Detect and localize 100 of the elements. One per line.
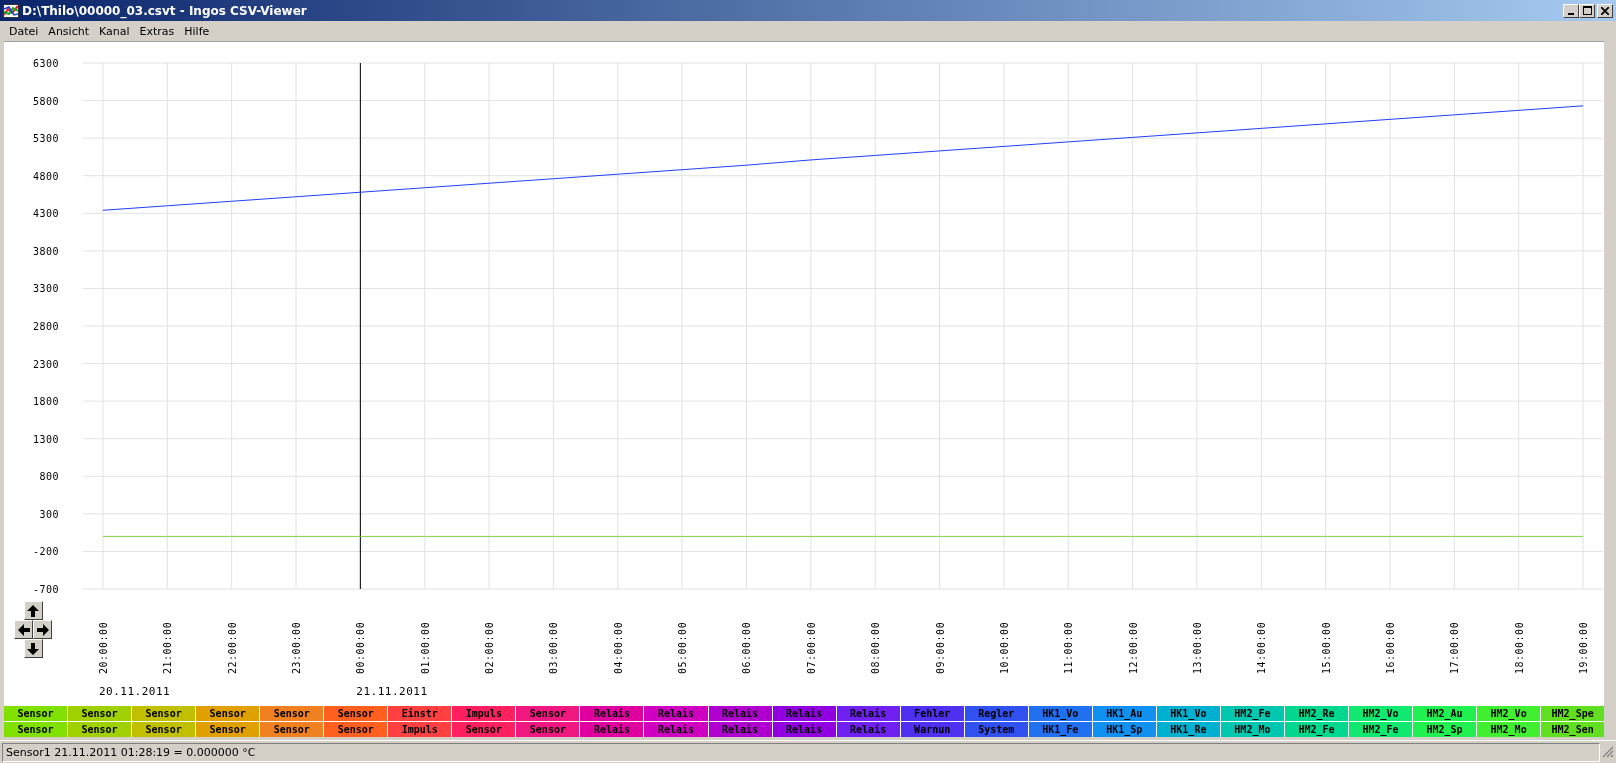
channel-label[interactable]: Relais — [644, 722, 708, 737]
axis-label: -700 — [32, 584, 59, 595]
axis-label: 3800 — [32, 245, 59, 257]
channel-label[interactable]: Relais — [708, 722, 772, 737]
channel-label[interactable]: Impuls — [452, 706, 516, 721]
status-text: Sensor1 21.11.2011 01:28:19 = 0.000000 °C — [2, 742, 1600, 762]
channel-label[interactable]: Sensor — [132, 722, 196, 737]
channel-label[interactable]: HK1_Re — [1156, 722, 1220, 737]
channel-label[interactable]: Sensor — [68, 722, 132, 737]
axis-label: 4800 — [32, 170, 59, 182]
channel-label[interactable]: HM2_Re — [1284, 706, 1348, 721]
chart-icon — [3, 2, 19, 19]
axis-label: 15:00:00 — [1320, 621, 1332, 674]
arrow-down-icon — [27, 642, 39, 655]
channel-label[interactable]: HM2_Mo — [1220, 722, 1284, 737]
channel-label[interactable]: HM2_Sen — [1541, 722, 1605, 737]
axis-label: 14:00:00 — [1256, 621, 1268, 674]
channel-label[interactable]: Regler — [964, 706, 1028, 721]
axis-label: 300 — [39, 508, 59, 520]
axis-label: 2800 — [32, 321, 59, 332]
channel-label[interactable]: Relais — [708, 706, 772, 721]
channel-label[interactable]: Relais — [644, 706, 708, 721]
channel-label[interactable]: HM2_Fe — [1284, 722, 1348, 737]
maximize-icon — [1582, 6, 1592, 15]
channel-label[interactable]: HM2_Mo — [1477, 722, 1541, 737]
axis-label: 00:00:00 — [355, 621, 367, 674]
scroll-up-button[interactable] — [23, 601, 43, 620]
axis-label: 02:00:00 — [484, 621, 496, 674]
axis-label: 18:00:00 — [1513, 621, 1525, 674]
channel-label[interactable]: Sensor — [4, 722, 68, 737]
channel-label[interactable]: Impuls — [388, 722, 452, 737]
axis-label: 04:00:00 — [612, 621, 624, 674]
channel-label[interactable]: Relais — [580, 722, 644, 737]
channel-label[interactable]: Sensor — [260, 706, 324, 721]
menu-item[interactable]: Extras — [134, 24, 180, 38]
axis-label: 17:00:00 — [1449, 621, 1461, 674]
channel-label[interactable]: HK1_Au — [1092, 706, 1156, 721]
minimize-button[interactable] — [1563, 3, 1579, 18]
axis-label: 1800 — [32, 396, 59, 408]
channel-label[interactable]: Sensor — [324, 706, 388, 721]
channel-label[interactable]: HM2_Vo — [1477, 706, 1541, 721]
channel-label[interactable]: Sensor — [196, 722, 260, 737]
channel-label[interactable]: Sensor — [4, 706, 68, 721]
arrow-right-icon — [36, 623, 49, 636]
resize-grip-icon[interactable] — [1602, 746, 1614, 758]
channel-label[interactable]: Sensor — [132, 706, 196, 721]
channel-label[interactable]: HM2_Au — [1413, 706, 1477, 721]
channel-label[interactable]: Sensor — [196, 706, 260, 721]
axis-label: 2300 — [32, 358, 59, 370]
arrow-left-icon — [17, 623, 30, 636]
axis-label: -200 — [32, 546, 59, 558]
axis-label: 03:00:00 — [548, 621, 560, 674]
channel-label[interactable]: Einstr — [388, 706, 452, 721]
axis-label: 5800 — [32, 95, 59, 107]
channel-label[interactable]: HM2_Spe — [1541, 706, 1605, 721]
axis-label: 1300 — [32, 433, 59, 445]
axis-label: 11:00:00 — [1063, 621, 1075, 674]
maximize-button[interactable] — [1579, 3, 1595, 18]
axis-label: 5300 — [32, 133, 59, 145]
arrow-up-icon — [27, 604, 39, 617]
axis-label: 06:00:00 — [741, 621, 753, 674]
axis-label: 21:00:00 — [162, 621, 174, 674]
channel-label[interactable]: HM2_Fe — [1349, 722, 1413, 737]
channel-label[interactable]: HK1_Vo — [1156, 706, 1220, 721]
channel-label[interactable]: Relais — [580, 706, 644, 721]
menu-item[interactable]: Ansicht — [43, 24, 94, 38]
channel-label[interactable]: HM2_Fe — [1220, 706, 1284, 721]
axis-label: 13:00:00 — [1191, 621, 1203, 674]
channel-label[interactable]: Sensor — [324, 722, 388, 737]
axis-label: 07:00:00 — [805, 621, 817, 674]
axis-label: 16:00:00 — [1385, 621, 1396, 674]
axis-label: 19:00:00 — [1578, 621, 1590, 674]
channel-label[interactable]: HK1_Sp — [1092, 722, 1156, 737]
channel-label[interactable]: Sensor — [68, 706, 132, 721]
channel-label[interactable]: Sensor — [516, 706, 580, 721]
channel-label[interactable]: System — [964, 722, 1028, 737]
channel-label[interactable]: Sensor — [516, 722, 580, 737]
axis-label: 6300 — [32, 58, 59, 69]
scroll-right-button[interactable] — [33, 620, 52, 639]
axis-label: 23:00:00 — [291, 621, 302, 674]
channel-label[interactable]: HK1_Fe — [1028, 722, 1092, 737]
axis-label: 05:00:00 — [677, 621, 689, 674]
menu-item[interactable]: Datei — [4, 24, 44, 38]
minimize-icon — [1568, 12, 1574, 15]
axis-label: 800 — [39, 471, 59, 483]
date-label: 21.11.2011 — [356, 685, 428, 698]
scroll-left-button[interactable] — [14, 620, 33, 639]
channel-label[interactable]: HK1_Vo — [1028, 706, 1092, 721]
menu-item[interactable]: Kanal — [94, 24, 135, 38]
menu-item[interactable]: Hilfe — [179, 24, 215, 38]
channel-label[interactable]: Sensor — [452, 722, 516, 737]
date-label: 20.11.2011 — [98, 685, 171, 698]
axis-label: 09:00:00 — [934, 621, 946, 674]
channel-label[interactable]: Sensor — [260, 722, 324, 737]
scroll-down-button[interactable] — [23, 639, 43, 658]
window-title: D:\Thilo\00000_03.csvt - Ingos CSV-Viewer — [22, 3, 308, 18]
channel-label[interactable]: HM2_Vo — [1349, 706, 1413, 721]
axis-label: 10:00:00 — [998, 621, 1010, 674]
close-button[interactable] — [1597, 3, 1613, 18]
channel-label[interactable]: HM2_Sp — [1413, 722, 1477, 737]
